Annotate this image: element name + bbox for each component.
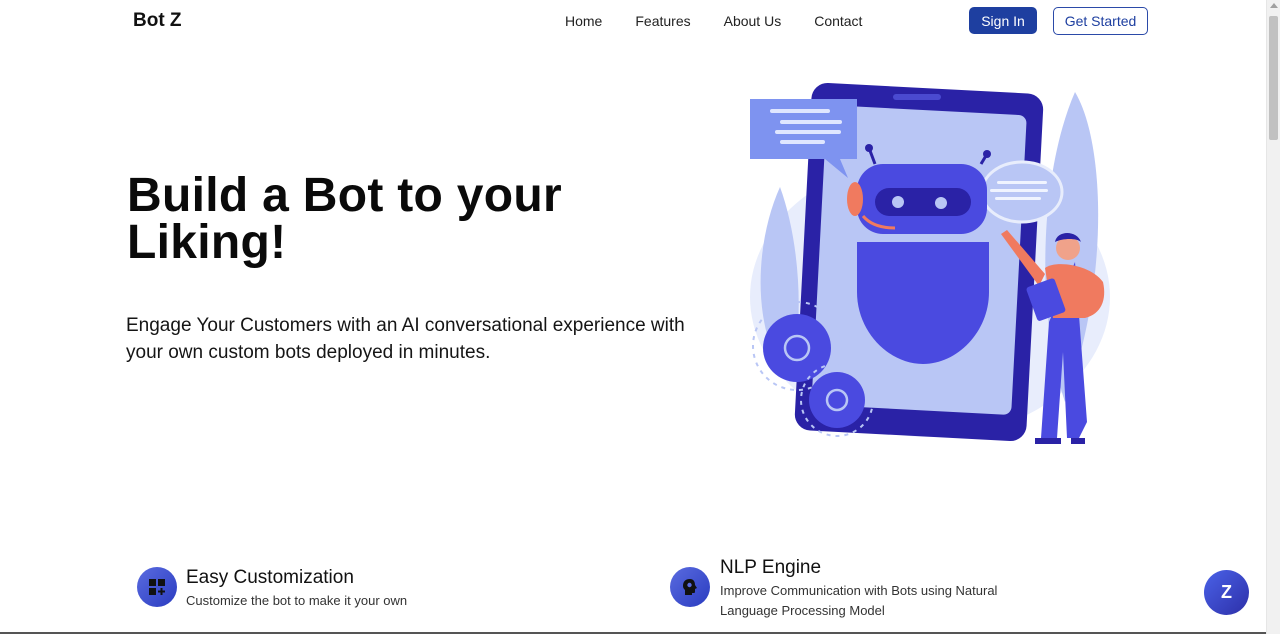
brand-logo[interactable]: Bot Z — [133, 10, 182, 32]
chat-launcher-button[interactable]: Z — [1204, 570, 1249, 615]
feature-desc: Improve Communication with Bots using Na… — [720, 583, 998, 618]
nav-link-features[interactable]: Features — [635, 13, 690, 29]
scroll-up-arrow-icon[interactable] — [1270, 3, 1278, 8]
scrollbar-thumb[interactable] — [1269, 16, 1278, 140]
nav-link-contact[interactable]: Contact — [814, 13, 862, 29]
nav-link-about[interactable]: About Us — [724, 13, 782, 29]
feature-desc: Customize the bot to make it your own — [186, 593, 408, 608]
dashboard-plus-icon — [137, 567, 177, 607]
nav-links: Home Features About Us Contact — [565, 13, 895, 29]
hero-illustration — [750, 82, 1110, 444]
feature-title: Easy Customization — [186, 567, 354, 588]
get-started-button[interactable]: Get Started — [1053, 7, 1148, 35]
scrollbar[interactable] — [1266, 0, 1280, 634]
sign-in-button[interactable]: Sign In — [969, 7, 1037, 34]
hero-subtitle: Engage Your Customers with an AI convers… — [126, 315, 685, 363]
feature-title: NLP Engine — [720, 557, 822, 578]
hero-title: Build a Bot to your Liking! — [127, 169, 563, 269]
nav-link-home[interactable]: Home — [565, 13, 602, 29]
navbar: Bot Z Home Features About Us Contact Sig… — [0, 0, 1266, 44]
brain-head-icon — [670, 567, 710, 607]
